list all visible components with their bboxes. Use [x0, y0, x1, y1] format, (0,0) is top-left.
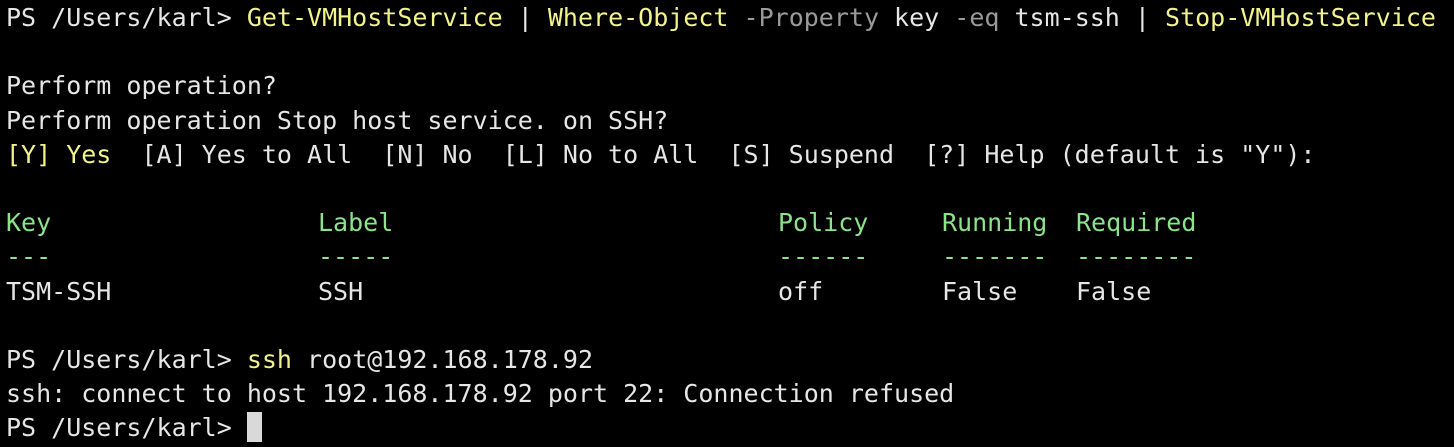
argument-key: key	[879, 3, 940, 32]
pipe-operator: |	[502, 3, 548, 32]
pipe-operator: |	[1119, 3, 1166, 32]
column-header-policy: Policy	[778, 208, 869, 238]
table-underline-row: --- ----- ------ ------- --------	[6, 240, 1454, 274]
text-cursor[interactable]	[246, 412, 262, 443]
confirm-message-text: Perform operation Stop host service. on …	[6, 105, 669, 135]
command-line-3[interactable]: PS /Users/karl>	[6, 411, 1454, 445]
cmdlet-where-object: Where-Object	[547, 3, 729, 32]
cell-label: SSH	[318, 276, 364, 306]
cell-policy: off	[778, 276, 824, 306]
column-header-required: Required	[1076, 208, 1197, 238]
column-header-label: Label	[318, 208, 394, 238]
confirm-options: [Y] Yes [A] Yes to All [N] No [L] No to …	[6, 138, 1454, 172]
parameter-eq: -eq	[939, 3, 1000, 32]
command-line-2: PS /Users/karl> ssh root@192.168.178.92	[6, 343, 1454, 377]
option-others: [A] Yes to All [N] No [L] No to All [S] …	[111, 139, 895, 169]
table-header-row: Key Label Policy Running Required	[6, 206, 1454, 240]
prompt: PS /Users/karl>	[6, 3, 247, 32]
underline-label: -----	[318, 242, 394, 272]
column-header-running: Running	[942, 208, 1048, 238]
ssh-error-output: ssh: connect to host 192.168.178.92 port…	[6, 377, 1454, 411]
terminal-window[interactable]: PS /Users/karl> Get-VMHostService | Wher…	[0, 1, 1454, 447]
argument-tsm-ssh: tsm-ssh	[999, 3, 1120, 32]
underline-policy: ------	[778, 242, 869, 272]
cmdlet-stop-vmhostservice: Stop-VMHostService	[1165, 3, 1436, 32]
column-header-key: Key	[6, 208, 52, 238]
confirm-title-text: Perform operation?	[6, 71, 277, 101]
command-ssh: ssh	[246, 344, 292, 374]
table-row: TSM-SSH SSH off False False	[6, 275, 1454, 309]
confirm-title: Perform operation?	[6, 69, 1454, 103]
underline-running: -------	[942, 242, 1048, 272]
cell-running: False	[942, 276, 1018, 306]
argument-host: root@192.168.178.92	[291, 344, 594, 374]
cell-required: False	[1076, 276, 1152, 306]
cmdlet-get-vmhostservice: Get-VMHostService	[246, 3, 503, 32]
confirm-message: Perform operation Stop host service. on …	[6, 104, 1454, 138]
underline-required: --------	[1076, 242, 1197, 272]
underline-key: ---	[6, 242, 52, 272]
option-help: [?] Help (default is "Y"):	[894, 139, 1316, 169]
parameter-property: -Property	[728, 3, 879, 32]
cell-key: TSM-SSH	[6, 276, 112, 306]
command-line-1: PS /Users/karl> Get-VMHostService | Wher…	[6, 1, 1454, 35]
option-yes: [Y] Yes	[6, 139, 112, 169]
ssh-error-text: ssh: connect to host 192.168.178.92 port…	[6, 379, 955, 409]
